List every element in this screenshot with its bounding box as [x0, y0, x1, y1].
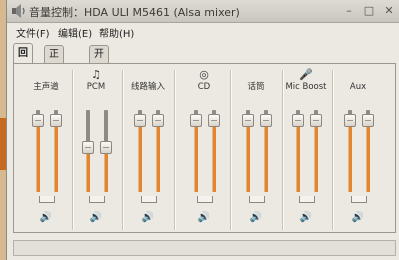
channel-label: CD: [197, 82, 211, 92]
slider-thumb[interactable]: [32, 114, 44, 127]
volume-slider-left[interactable]: [190, 110, 202, 192]
channel-icon: 🎤: [299, 68, 313, 81]
title-bar[interactable]: 音量控制：HDA ULI M5461 (Alsa mixer) – □ ✕: [7, 0, 399, 23]
volume-slider-left[interactable]: [32, 110, 44, 192]
volume-slider-left[interactable]: [292, 110, 304, 192]
slider-thumb[interactable]: [50, 114, 62, 127]
slider-thumb[interactable]: [344, 114, 356, 127]
channel-lock-bracket[interactable]: [299, 196, 315, 203]
tab-playback[interactable]: 回放: [13, 43, 33, 78]
channel-strip: Aux 🔊: [334, 64, 382, 232]
channel-label: Aux: [349, 82, 367, 92]
speaker-mute-icon[interactable]: 🔊: [39, 212, 53, 224]
volume-slider-right[interactable]: [50, 110, 62, 192]
menu-edit[interactable]: 编辑(E): [58, 25, 92, 40]
maximize-button[interactable]: □: [361, 3, 377, 19]
slider-thumb[interactable]: [260, 114, 272, 127]
slider-thumb[interactable]: [362, 114, 374, 127]
channel-strip: 主声道 🔊: [22, 64, 70, 232]
channel-icon: [334, 68, 382, 81]
channel-label: Mic Boost: [285, 82, 327, 92]
slider-thumb[interactable]: [242, 114, 254, 127]
volume-slider-right[interactable]: [100, 110, 112, 192]
speaker-mute-icon[interactable]: 🔊: [299, 212, 313, 224]
status-bar: [13, 240, 396, 256]
channel-lock-bracket[interactable]: [249, 196, 265, 203]
channel-label: 话筒: [247, 82, 265, 92]
slider-thumb[interactable]: [292, 114, 304, 127]
volume-slider-right[interactable]: [208, 110, 220, 192]
volume-slider-right[interactable]: [310, 110, 322, 192]
slider-thumb[interactable]: [310, 114, 322, 127]
minimize-button[interactable]: –: [341, 3, 357, 19]
speaker-mute-icon[interactable]: 🔊: [249, 212, 263, 224]
menu-help[interactable]: 帮助(H): [99, 25, 134, 40]
speaker-mute-icon[interactable]: 🔊: [89, 212, 103, 224]
channel-label: 线路输入: [130, 82, 165, 92]
slider-thumb[interactable]: [82, 141, 94, 154]
channel-lock-bracket[interactable]: [351, 196, 367, 203]
slider-thumb[interactable]: [100, 141, 112, 154]
slider-thumb[interactable]: [208, 114, 220, 127]
channel-icon: [232, 68, 280, 81]
channel-strip: ♫ PCM 🔊: [72, 64, 120, 232]
slider-thumb[interactable]: [152, 114, 164, 127]
tab-recording[interactable]: 正在录音: [44, 45, 64, 111]
window-title: 音量控制：HDA ULI M5461 (Alsa mixer): [29, 6, 240, 19]
channel-label: 主声道: [33, 82, 59, 92]
channel-icon: ♫: [91, 68, 101, 81]
speaker-app-icon: [12, 4, 25, 18]
channel-strip: ◎ CD 🔊: [180, 64, 228, 232]
channel-strip: 线路输入 🔊: [124, 64, 172, 232]
channel-lock-bracket[interactable]: [39, 196, 55, 203]
volume-slider-left[interactable]: [344, 110, 356, 192]
channel-lock-bracket[interactable]: [89, 196, 105, 203]
channel-strip: 话筒 🔊: [232, 64, 280, 232]
channel-lock-bracket[interactable]: [141, 196, 157, 203]
channel-strip: 🎤 Mic Boost 🔊: [282, 64, 330, 232]
menu-bar: 文件(F) 编辑(E) 帮助(H): [7, 23, 399, 40]
volume-slider-left[interactable]: [134, 110, 146, 192]
volume-control-window: 音量控制：HDA ULI M5461 (Alsa mixer) – □ ✕ 文件…: [6, 0, 399, 260]
channel-label: PCM: [86, 82, 106, 92]
volume-slider-right[interactable]: [260, 110, 272, 192]
channel-icon: ◎: [199, 68, 209, 81]
volume-slider-right[interactable]: [152, 110, 164, 192]
slider-thumb[interactable]: [190, 114, 202, 127]
speaker-mute-icon[interactable]: 🔊: [141, 212, 155, 224]
channel-separator: [174, 70, 176, 230]
volume-slider-right[interactable]: [362, 110, 374, 192]
speaker-mute-icon[interactable]: 🔊: [351, 212, 365, 224]
channel-icon: [22, 68, 70, 81]
close-button[interactable]: ✕: [381, 3, 397, 19]
speaker-mute-icon[interactable]: 🔊: [197, 212, 211, 224]
slider-thumb[interactable]: [134, 114, 146, 127]
mixer-panel: 主声道 🔊 ♫ PCM 🔊 线路输入 🔊 ◎ CD 🔊 话筒 🔊 🎤 Mic Boost 🔊 Aux 🔊: [13, 63, 396, 233]
channel-icon: [124, 68, 172, 81]
volume-slider-left[interactable]: [242, 110, 254, 192]
tab-switches[interactable]: 开关: [89, 45, 109, 77]
channel-lock-bracket[interactable]: [197, 196, 213, 203]
volume-slider-left[interactable]: [82, 110, 94, 192]
menu-file[interactable]: 文件(F): [16, 25, 50, 40]
